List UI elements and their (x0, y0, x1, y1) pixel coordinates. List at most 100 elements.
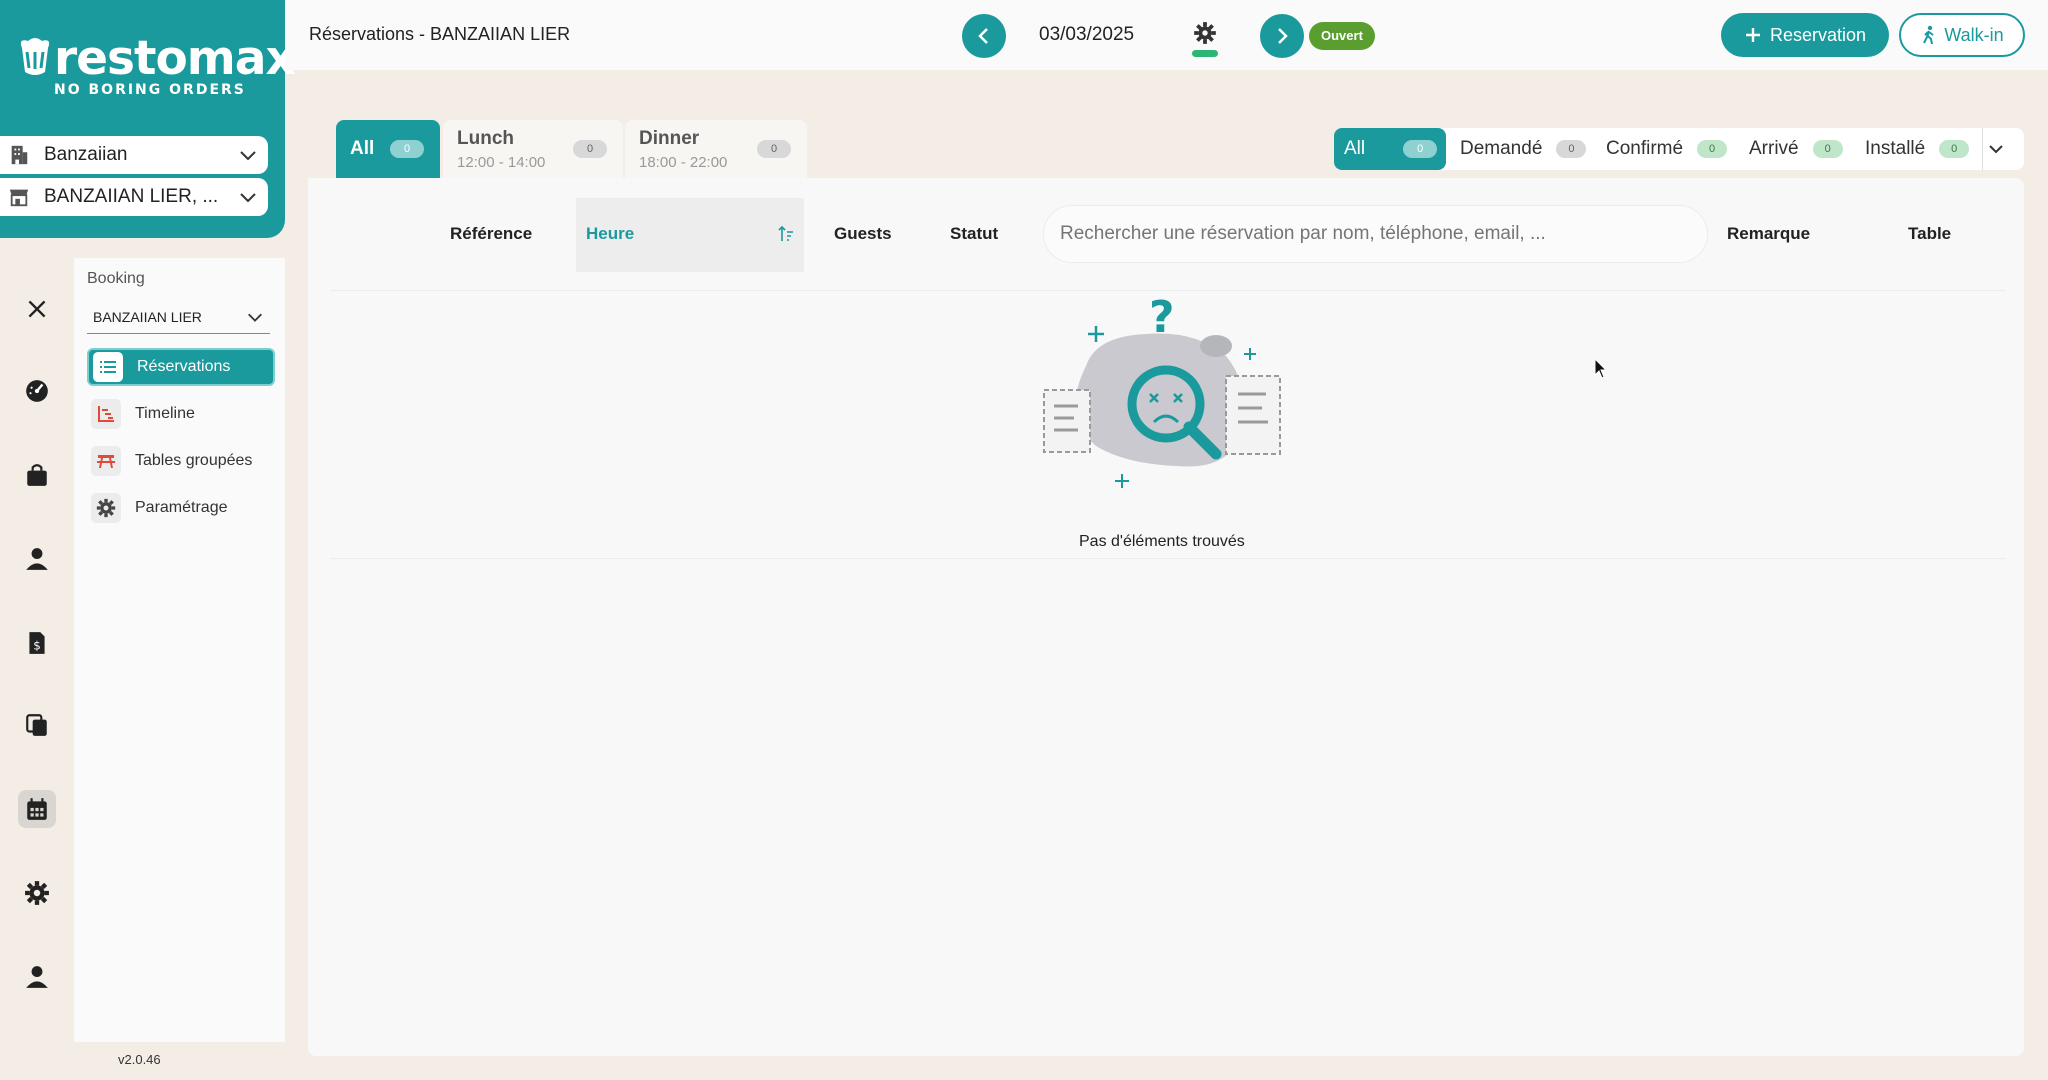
menu-item-timeline[interactable]: Timeline (87, 395, 275, 433)
previous-day-button[interactable] (962, 14, 1006, 58)
svg-text:?: ? (1149, 296, 1175, 343)
column-remarque[interactable]: Remarque (1727, 224, 1810, 244)
booking-submenu: Booking BANZAIIAN LIER Réservations Time… (74, 258, 285, 1042)
filter-label: Demandé (1460, 138, 1543, 159)
header-divider (330, 290, 2006, 291)
rail-booking[interactable] (18, 790, 56, 828)
brand-tagline: NO BORING ORDERS (54, 82, 246, 98)
menu-item-label: Réservations (137, 358, 231, 375)
user-icon (26, 548, 48, 570)
filter-count-badge: 0 (1939, 140, 1970, 158)
tab-dinner[interactable]: Dinner 18:00 - 22:00 0 (625, 120, 807, 178)
filter-all[interactable]: All 0 (1334, 128, 1446, 170)
tab-label: All (350, 138, 375, 159)
rail-settings[interactable] (18, 874, 56, 912)
rail-invoices[interactable]: $ (18, 624, 56, 662)
brand-panel: restomax NO BORING ORDERS Banzaiian BANZ… (0, 0, 296, 238)
rail-customers[interactable] (18, 540, 56, 578)
store-icon (9, 189, 29, 207)
menu-item-reservations[interactable]: Réservations (87, 348, 275, 386)
chevron-right-icon (1278, 28, 1288, 44)
filter-arrive[interactable]: Arrivé 0 (1739, 128, 1843, 170)
current-date[interactable]: 03/03/2025 (1039, 24, 1134, 46)
walking-person-icon (1923, 25, 1934, 45)
new-reservation-label: Reservation (1769, 24, 1867, 45)
empty-state-divider (330, 558, 2006, 559)
app-version: v2.0.46 (118, 1052, 161, 1067)
column-table[interactable]: Table (1908, 224, 1951, 244)
more-filters-button[interactable] (1986, 139, 2016, 159)
calendar-icon (27, 798, 47, 820)
filter-label: Confirmé (1606, 138, 1684, 159)
new-reservation-button[interactable]: Reservation (1721, 13, 1889, 57)
sort-ascending-icon (778, 225, 793, 241)
column-statut[interactable]: Statut (950, 224, 998, 244)
dashboard-icon (26, 380, 48, 402)
mouse-cursor-icon (1594, 358, 1608, 379)
filter-label: Arrivé (1749, 138, 1799, 159)
column-reference[interactable]: Référence (450, 224, 532, 244)
svg-text:$: $ (33, 639, 41, 653)
close-icon (28, 300, 46, 318)
chevron-down-icon (240, 151, 256, 161)
empty-state-message: Pas d'éléments trouvés (1079, 533, 1245, 550)
restomax-logo: restomax NO BORING ORDERS (18, 32, 296, 98)
restaurant-site-label: BANZAIIAN LIER, ... (44, 186, 219, 207)
menu-item-grouped-tables[interactable]: Tables groupées (87, 442, 275, 480)
chevron-down-icon (248, 313, 262, 322)
gear-icon (91, 493, 121, 523)
timeline-icon (91, 399, 121, 429)
menu-item-label: Timeline (135, 405, 195, 422)
submenu-heading: Booking (87, 270, 145, 287)
restaurant-group-select[interactable]: Banzaiian (0, 136, 268, 174)
chevron-down-icon (240, 193, 256, 203)
gear-icon (1194, 22, 1216, 44)
rail-orders[interactable] (18, 456, 56, 494)
filter-demande[interactable]: Demandé 0 (1450, 128, 1587, 170)
filter-count-badge: 0 (1697, 140, 1728, 158)
tab-count-badge: 0 (390, 140, 424, 158)
tab-label: Lunch (457, 128, 514, 149)
plus-icon (1745, 28, 1760, 42)
tab-count-badge: 0 (757, 140, 791, 158)
rail-profile[interactable] (18, 958, 56, 996)
rail-documents[interactable] (18, 706, 56, 744)
tab-label: Dinner (639, 128, 700, 149)
next-day-button[interactable] (1260, 14, 1304, 58)
page-title: Réservations - BANZAIIAN LIER (309, 24, 571, 44)
tab-lunch[interactable]: Lunch 12:00 - 14:00 0 (443, 120, 623, 178)
service-settings-button[interactable] (1192, 20, 1218, 60)
tab-all-services[interactable]: All 0 (336, 120, 440, 178)
column-guests[interactable]: Guests (834, 224, 892, 244)
filter-count-badge: 0 (1556, 140, 1587, 158)
booking-site-value: BANZAIIAN LIER (93, 308, 202, 325)
bag-icon (27, 464, 47, 486)
open-status-badge: Ouvert (1309, 22, 1375, 50)
menu-item-settings[interactable]: Paramétrage (87, 489, 275, 527)
copy-icon (26, 714, 47, 736)
menu-item-label: Paramétrage (135, 499, 228, 516)
column-heure-label: Heure (586, 224, 635, 243)
booking-site-dropdown[interactable]: BANZAIIAN LIER (87, 300, 270, 334)
picnic-table-icon (91, 446, 121, 476)
filter-installe[interactable]: Installé 0 (1855, 128, 1970, 170)
chevron-left-icon (978, 28, 988, 44)
restaurant-site-select[interactable]: BANZAIIAN LIER, ... (0, 178, 268, 216)
reservation-search-input[interactable] (1043, 205, 1708, 263)
building-icon (11, 145, 28, 165)
rail-dashboard[interactable] (18, 372, 56, 410)
list-icon (93, 352, 123, 382)
tab-time-range: 12:00 - 14:00 (457, 154, 546, 171)
brand-wordmark: restomax (54, 31, 296, 86)
filter-count-badge: 0 (1812, 140, 1843, 158)
close-menu-button[interactable] (18, 290, 56, 328)
chef-hat-icon (20, 38, 50, 75)
invoice-icon: $ (29, 632, 45, 654)
tab-count-badge: 0 (573, 140, 607, 158)
filter-confirme[interactable]: Confirmé 0 (1596, 128, 1728, 170)
column-heure[interactable]: Heure (576, 198, 804, 272)
top-bar: Réservations - BANZAIIAN LIER 03/03/2025… (285, 0, 2048, 70)
filter-label: All (1344, 138, 1366, 159)
menu-item-label: Tables groupées (135, 452, 253, 469)
walk-in-button[interactable]: Walk-in (1899, 13, 2025, 57)
